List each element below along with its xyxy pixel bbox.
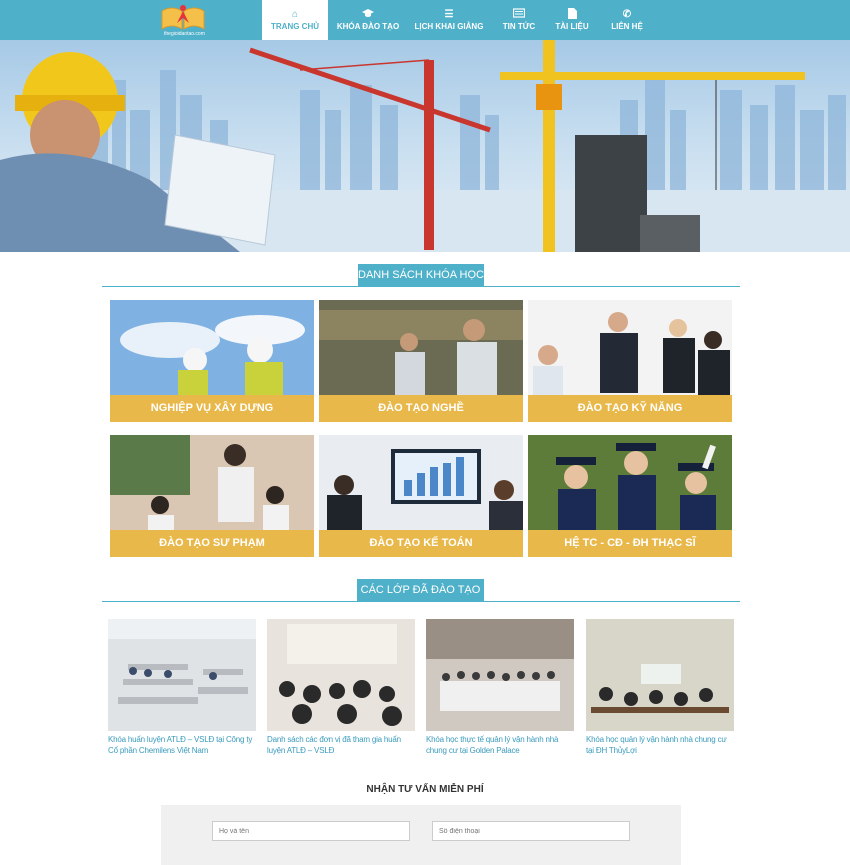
nav-courses[interactable]: KHÓA ĐÀO TẠO [336, 0, 400, 40]
course-label: NGHIỆP VỤ XÂY DỰNG [110, 395, 314, 422]
class-caption: Danh sách các đơn vị đã tham gia huấn lu… [267, 735, 401, 755]
course-card-construction[interactable]: NGHIỆP VỤ XÂY DỰNG [110, 300, 314, 422]
class-card[interactable]: Khóa huấn luyện ATLĐ – VSLĐ tại Công ty … [108, 619, 256, 756]
consult-title: NHẬN TƯ VẤN MIỄN PHÍ [366, 784, 484, 795]
courses-section-title: DANH SÁCH KHÓA HỌC [358, 264, 484, 286]
nav-documents[interactable]: TÀI LIỆU [552, 0, 592, 40]
phone-icon: ✆ [622, 9, 632, 20]
hero-construction-image [0, 40, 850, 252]
nav-schedule[interactable]: ☰ LỊCH KHAI GIẢNG [412, 0, 486, 40]
phone-input[interactable] [432, 821, 630, 841]
class-photo [586, 619, 734, 731]
class-photo [108, 619, 256, 731]
class-caption: Khóa học thực tế quản lý vận hành nhà ch… [426, 735, 559, 755]
class-caption: Khóa huấn luyện ATLĐ – VSLĐ tại Công ty … [108, 735, 253, 755]
course-label: ĐÀO TẠO NGHỀ [319, 395, 523, 422]
nav-news[interactable]: TIN TỨC [498, 0, 540, 40]
class-card[interactable]: Danh sách các đơn vị đã tham gia huấn lu… [267, 619, 415, 756]
courses-divider [102, 286, 740, 287]
graduation-cap-icon [336, 8, 400, 22]
nav-contact[interactable]: ✆ LIÊN HỆ [606, 0, 648, 40]
class-caption: Khóa học quản lý vận hành nhà chung cư t… [586, 735, 727, 755]
course-label: ĐÀO TẠO KẾ TOÁN [319, 530, 523, 557]
name-input[interactable] [212, 821, 410, 841]
class-card[interactable]: Khóa học thực tế quản lý vận hành nhà ch… [426, 619, 574, 756]
course-card-skills[interactable]: ĐÀO TẠO KỸ NĂNG [528, 300, 732, 422]
class-photo [426, 619, 574, 731]
course-label: ĐÀO TẠO KỸ NĂNG [528, 395, 732, 422]
course-card-accounting[interactable]: ĐÀO TẠO KẾ TOÁN [319, 435, 523, 557]
newspaper-icon [498, 8, 540, 22]
classes-divider [102, 601, 740, 602]
course-card-pedagogy[interactable]: ĐÀO TẠO SƯ PHẠM [110, 435, 314, 557]
list-icon: ☰ [444, 9, 454, 20]
course-card-vocational[interactable]: ĐÀO TẠO NGHỀ [319, 300, 523, 422]
course-label: HỆ TC - CĐ - ĐH THẠC SĨ [528, 530, 732, 557]
logo-text: thegioidaotao.com [164, 31, 205, 37]
hero-banner [0, 40, 850, 252]
class-card[interactable]: Khóa học quản lý vận hành nhà chung cư t… [586, 619, 734, 756]
class-photo [267, 619, 415, 731]
nav-home[interactable]: ⌂ TRANG CHỦ [262, 0, 328, 40]
home-icon: ⌂ [291, 9, 299, 20]
course-card-degree[interactable]: HỆ TC - CĐ - ĐH THẠC SĨ [528, 435, 732, 557]
top-navbar: thegioidaotao.com ⌂ TRANG CHỦ KHÓA ĐÀO T… [0, 0, 850, 40]
course-label: ĐÀO TẠO SƯ PHẠM [110, 530, 314, 557]
consult-form [161, 805, 681, 865]
document-icon [552, 8, 592, 22]
classes-section-title: CÁC LỚP ĐÃ ĐÀO TẠO [357, 579, 484, 601]
